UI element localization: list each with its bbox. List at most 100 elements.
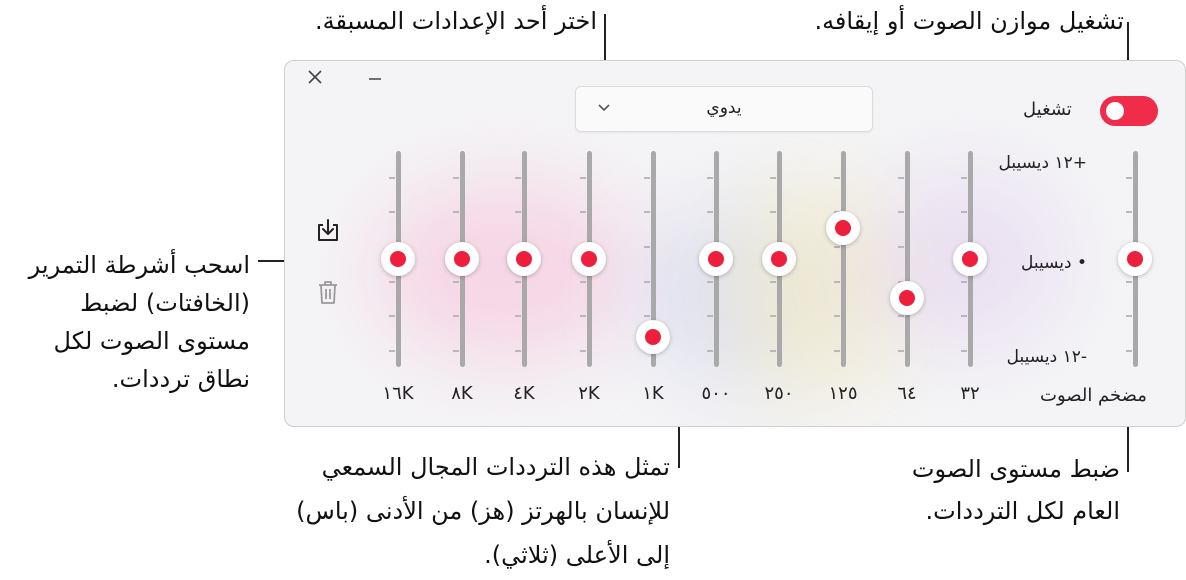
band-slider-5-knob[interactable] [699, 242, 733, 276]
band-slider-1-tick [961, 280, 967, 283]
band-slider-10-tick [389, 315, 395, 318]
band-slider-9-tick [453, 315, 459, 318]
band-slider-7-knob[interactable] [572, 242, 606, 276]
preamp-slider-tick [1126, 211, 1132, 214]
toggle-label: تشغيل [1023, 99, 1072, 120]
band-slider-1-tick [961, 315, 967, 318]
band-slider-6-tick [644, 176, 650, 179]
band-slider-7-tick [580, 176, 586, 179]
band-slider-8-tick [515, 349, 521, 352]
callout-presets: اختر أحد الإعدادات المسبقة. [314, 7, 597, 35]
db-label-top: +١٢ ديسيبل [998, 153, 1087, 173]
band-slider-10-tick [389, 280, 395, 283]
band-slider-9-tick [453, 176, 459, 179]
preamp-slider-tick [1126, 176, 1132, 179]
band-slider-6-knob[interactable] [636, 320, 670, 355]
band-slider-8-label: ٤K [513, 383, 535, 404]
preset-dropdown[interactable]: يدوي [575, 86, 873, 132]
band-slider-3-tick [834, 176, 840, 179]
band-slider-10-tick [389, 349, 395, 352]
close-button[interactable] [305, 67, 325, 92]
callout-frequencies-line-3: إلى الأعلى (ثلاثي). [484, 541, 670, 569]
band-slider-6-tick [644, 280, 650, 283]
callout-sliders-line-4: نطاق ترددات. [111, 365, 250, 393]
band-slider-4-tick [770, 315, 776, 318]
toggle-knob [1106, 102, 1124, 120]
band-slider-3-tick [834, 349, 840, 352]
callout-sliders-line-2: (الخافتات) لضبط [80, 289, 250, 317]
band-slider-1-knob[interactable] [953, 242, 987, 276]
trash-icon [319, 281, 337, 304]
band-slider-5-tick [707, 349, 713, 352]
band-slider-6-tick [644, 315, 650, 318]
band-slider-9-knob[interactable] [445, 242, 479, 276]
band-slider-9-label: ٨K [451, 383, 473, 404]
band-slider-10-tick [389, 211, 395, 214]
band-slider-4-tick [770, 349, 776, 352]
band-slider-1-tick [961, 349, 967, 352]
equalizer-toggle[interactable] [1100, 96, 1158, 126]
band-slider-2-label: ٦٤ [897, 383, 917, 404]
minimize-button[interactable] [365, 67, 385, 92]
band-slider-9-tick [453, 280, 459, 283]
band-slider-6-tick [644, 246, 650, 249]
close-icon [308, 70, 322, 84]
callout-volume-line-2: العام لكل الترددات. [925, 497, 1120, 525]
band-slider-8-knob[interactable] [507, 242, 541, 276]
band-slider-10-knob[interactable] [381, 242, 415, 276]
delete-preset-button[interactable] [313, 277, 343, 307]
band-slider-2-track[interactable] [905, 151, 910, 367]
band-slider-5-tick [707, 315, 713, 318]
db-label-middle: • ديسيبل [1020, 253, 1087, 273]
band-slider-9-tick [453, 349, 459, 352]
band-slider-4-label: ٢٥٠ [764, 383, 794, 404]
band-slider-7-tick [580, 315, 586, 318]
band-slider-7-label: ٢K [578, 383, 600, 404]
band-slider-5-tick [707, 211, 713, 214]
callout-sliders-line-3: مستوى الصوت لكل [53, 327, 250, 355]
band-slider-1-tick [961, 176, 967, 179]
band-slider-2-tick [898, 246, 904, 249]
band-slider-2-tick [898, 176, 904, 179]
band-slider-2-tick [898, 349, 904, 352]
band-slider-1-label: ٣٢ [960, 383, 980, 404]
preamp-slider-tick [1126, 315, 1132, 318]
callout-frequencies-line-2: للإنسان بالهرتز (هز) من الأدنى (باس) [296, 497, 670, 525]
band-slider-4-tick [770, 280, 776, 283]
band-slider-8-tick [515, 315, 521, 318]
db-label-bottom: -١٢ ديسيبل [1006, 347, 1087, 367]
band-slider-4-knob[interactable] [762, 242, 796, 276]
callout-frequencies-line-1: تمثل هذه الترددات المجال السمعي [321, 453, 670, 481]
chevron-down-icon [598, 104, 610, 112]
band-slider-8-tick [515, 211, 521, 214]
band-slider-6-tick [644, 211, 650, 214]
save-preset-icon [318, 219, 338, 241]
band-slider-3-knob[interactable] [826, 210, 860, 245]
band-slider-4-tick [770, 211, 776, 214]
band-slider-5-tick [707, 280, 713, 283]
band-slider-3-tick [834, 280, 840, 283]
preamp-slider-knob[interactable] [1118, 242, 1152, 276]
band-slider-7-tick [580, 280, 586, 283]
band-slider-2-knob[interactable] [890, 281, 924, 316]
band-slider-7-tick [580, 349, 586, 352]
callout-sliders-line-1: اسحب أشرطة التمرير [28, 251, 250, 279]
save-preset-button[interactable] [313, 215, 343, 245]
callout-volume-line-1: ضبط مستوى الصوت [911, 455, 1120, 483]
band-slider-1-tick [961, 211, 967, 214]
band-slider-7-tick [580, 211, 586, 214]
preamp-slider-tick [1126, 349, 1132, 352]
band-slider-6-label: ١K [642, 383, 664, 404]
preamp-label: مضخم الصوت [1040, 385, 1147, 406]
band-slider-2-tick [898, 211, 904, 214]
band-slider-3-tick [834, 246, 840, 249]
band-slider-3-track[interactable] [841, 151, 846, 367]
callout-toggle: تشغيل موازن الصوت أو إيقافه. [814, 7, 1124, 35]
minimize-icon [369, 78, 381, 80]
band-slider-5-label: ٥٠٠ [701, 383, 731, 404]
band-slider-8-tick [515, 280, 521, 283]
band-slider-5-tick [707, 176, 713, 179]
band-slider-3-label: ١٢٥ [828, 383, 858, 404]
band-slider-10-label: ١٦K [382, 383, 414, 404]
preamp-slider-tick [1126, 280, 1132, 283]
